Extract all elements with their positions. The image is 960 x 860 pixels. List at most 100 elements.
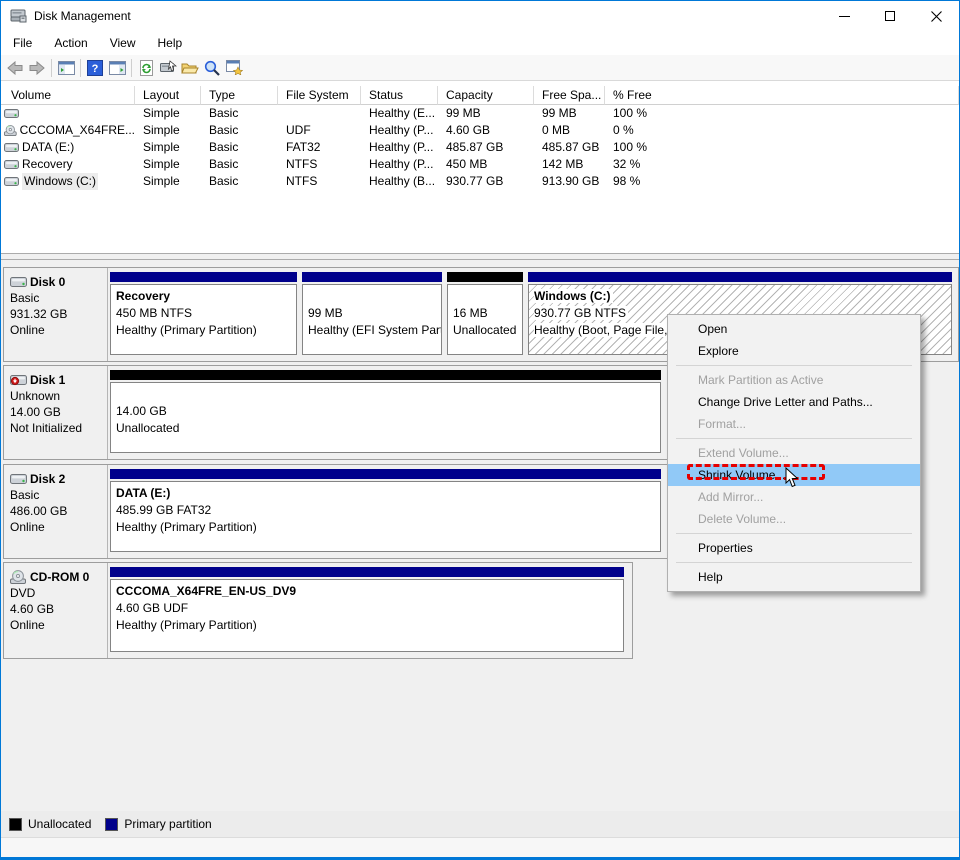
cell-free: 485.87 GB — [534, 139, 605, 156]
shrink-volume-label: Shrink Volume... — [698, 468, 785, 482]
table-row[interactable]: Windows (C:) Simple Basic NTFS Healthy (… — [1, 173, 959, 190]
partition-cccoma[interactable]: CCCOMA_X64FRE_EN-US_DV9 4.60 GB UDF Heal… — [110, 567, 624, 652]
close-button[interactable] — [913, 1, 959, 31]
cell-pct: 100 % — [605, 139, 959, 156]
disk-status: Online — [10, 617, 103, 633]
cell-capacity: 4.60 GB — [438, 122, 534, 139]
menu-item-change-drive-letter[interactable]: Change Drive Letter and Paths... — [668, 391, 920, 413]
disk-management-window: Disk Management File Action View Help — [0, 0, 960, 860]
disk1-row: Disk 1 Unknown 14.00 GB Not Initialized … — [3, 365, 668, 460]
cdrom-icon — [10, 570, 27, 584]
help-button[interactable]: ? — [84, 57, 106, 79]
forward-icon — [29, 61, 45, 75]
pane-splitter[interactable] — [1, 253, 959, 260]
volume-name: Windows (C:) — [22, 173, 98, 190]
col-pct-free[interactable]: % Free — [605, 86, 959, 105]
cell-fs: UDF — [278, 122, 361, 139]
volume-name: CCCOMA_X64FRE... — [20, 122, 135, 139]
disk0-header[interactable]: Disk 0 Basic 931.32 GB Online — [4, 268, 108, 361]
open-folder-icon — [181, 61, 199, 75]
table-row[interactable]: DATA (E:) Simple Basic FAT32 Healthy (P.… — [1, 139, 959, 156]
disk-size: 14.00 GB — [10, 404, 103, 420]
show-console-tree-button[interactable] — [55, 57, 77, 79]
toolbar-separator — [51, 59, 52, 77]
new-window-button[interactable] — [223, 57, 245, 79]
menu-separator — [676, 438, 912, 439]
partition-name: CCCOMA_X64FRE_EN-US_DV9 — [116, 583, 618, 600]
cell-free: 142 MB — [534, 156, 605, 173]
table-row[interactable]: CCCOMA_X64FRE... Simple Basic UDF Health… — [1, 122, 959, 139]
back-button[interactable] — [4, 57, 26, 79]
col-free-space[interactable]: Free Spa... — [534, 86, 605, 105]
partition-name: Windows (C:) — [534, 289, 613, 303]
partition-status: Healthy (Primary Partition) — [116, 322, 291, 339]
menu-item-explore[interactable]: Explore — [668, 340, 920, 362]
back-icon — [7, 61, 23, 75]
status-bar — [1, 837, 959, 858]
volume-table-header: Volume Layout Type File System Status Ca… — [1, 86, 959, 105]
cell-pct: 98 % — [605, 173, 959, 190]
partition-unallocated-16mb[interactable]: 16 MB Unallocated — [447, 272, 523, 355]
col-type[interactable]: Type — [201, 86, 278, 105]
partition-color-bar — [528, 272, 952, 282]
legend-bar: Unallocated Primary partition — [1, 811, 959, 837]
col-layout[interactable]: Layout — [135, 86, 201, 105]
disk-status: Not Initialized — [10, 420, 103, 436]
close-icon — [931, 11, 942, 22]
cdrom0-header[interactable]: CD-ROM 0 DVD 4.60 GB Online — [4, 563, 108, 658]
partition-data-e[interactable]: DATA (E:) 485.99 GB FAT32 Healthy (Prima… — [110, 469, 661, 552]
toolbar: ? — [1, 55, 959, 81]
disk-name: Disk 2 — [30, 471, 65, 487]
table-row[interactable]: Recovery Simple Basic NTFS Healthy (P...… — [1, 156, 959, 173]
menu-item-help[interactable]: Help — [668, 566, 920, 588]
col-file-system[interactable]: File System — [278, 86, 361, 105]
cd-icon — [4, 124, 17, 137]
col-volume[interactable]: Volume — [1, 86, 135, 105]
menu-separator — [676, 562, 912, 563]
menu-view[interactable]: View — [99, 31, 147, 55]
cell-status: Healthy (P... — [361, 122, 438, 139]
partition-unallocated-14gb[interactable]: 14.00 GB Unallocated — [110, 370, 661, 453]
volume-list-panel: Volume Layout Type File System Status Ca… — [1, 82, 959, 253]
menu-item-properties[interactable]: Properties — [668, 537, 920, 559]
table-row[interactable]: Simple Basic Healthy (E... 99 MB 99 MB 1… — [1, 105, 959, 122]
show-action-pane-icon — [109, 61, 126, 75]
disk1-header[interactable]: Disk 1 Unknown 14.00 GB Not Initialized — [4, 366, 108, 459]
menu-file[interactable]: File — [2, 31, 43, 55]
disk2-header[interactable]: Disk 2 Basic 486.00 GB Online — [4, 465, 108, 558]
cell-pct: 32 % — [605, 156, 959, 173]
cell-status: Healthy (B... — [361, 173, 438, 190]
menu-item-open[interactable]: Open — [668, 318, 920, 340]
refresh-button[interactable] — [135, 57, 157, 79]
disk-size: 486.00 GB — [10, 503, 103, 519]
title-bar: Disk Management — [1, 1, 959, 31]
cell-status: Healthy (E... — [361, 105, 438, 122]
properties-button[interactable] — [157, 57, 179, 79]
partition-name: DATA (E:) — [116, 485, 655, 502]
cell-pct: 100 % — [605, 105, 959, 122]
partition-status: Unallocated — [116, 420, 655, 437]
open-button[interactable] — [179, 57, 201, 79]
partition-color-bar — [110, 469, 661, 479]
partition-name: Recovery — [116, 288, 291, 305]
col-status[interactable]: Status — [361, 86, 438, 105]
minimize-button[interactable] — [821, 1, 867, 31]
menu-action[interactable]: Action — [43, 31, 98, 55]
partition-color-bar — [110, 272, 297, 282]
magnifier-icon — [204, 60, 220, 76]
primary-partition-swatch — [105, 818, 118, 831]
find-button[interactable] — [201, 57, 223, 79]
partition-color-bar — [110, 370, 661, 380]
show-action-pane-button[interactable] — [106, 57, 128, 79]
partition-efi[interactable]: 99 MB Healthy (EFI System Part — [302, 272, 442, 355]
disk-icon — [10, 276, 27, 288]
menu-item-add-mirror: Add Mirror... — [668, 486, 920, 508]
forward-button[interactable] — [26, 57, 48, 79]
cell-layout: Simple — [135, 105, 201, 122]
col-capacity[interactable]: Capacity — [438, 86, 534, 105]
menu-help[interactable]: Help — [147, 31, 194, 55]
partition-size: 4.60 GB UDF — [116, 600, 618, 617]
maximize-button[interactable] — [867, 1, 913, 31]
menu-separator — [676, 533, 912, 534]
partition-recovery[interactable]: Recovery 450 MB NTFS Healthy (Primary Pa… — [110, 272, 297, 355]
